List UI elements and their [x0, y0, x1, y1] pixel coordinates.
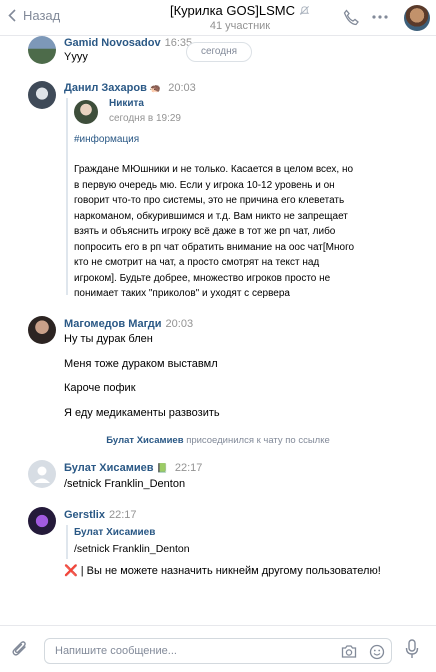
message-text: Меня тоже дураком выставмл [64, 358, 218, 370]
avatar [74, 100, 98, 124]
forwarded-author: Никита [109, 98, 144, 109]
paperclip-icon[interactable] [11, 639, 29, 659]
user-placeholder-icon [34, 466, 50, 483]
message-text: Я еду медикаменты развозить [64, 407, 220, 419]
message-author[interactable]: Gamid Novosadov 16:35 [64, 37, 192, 49]
microphone-icon[interactable] [405, 639, 419, 659]
message-text: Ну ты дурак блен [64, 333, 153, 345]
forwarded-message[interactable]: Никита сегодня в 19:29 #информация Гражд… [66, 98, 396, 299]
chat-header: Назад [Курилка GOS]LSMC 41 участник [0, 0, 436, 36]
service-message: Булат Хисамиев присоединился к чату по с… [0, 435, 436, 446]
chat-title: [Курилка GOS]LSMC [169, 3, 296, 18]
message-text: Кароче пофик [64, 382, 136, 394]
message-text: ❌ | Вы не можете назначить никнейм друго… [64, 565, 381, 577]
message-time: 20:03 [168, 82, 196, 94]
avatar[interactable] [28, 81, 56, 109]
message-input-box[interactable] [44, 638, 392, 664]
reply-quote[interactable]: Булат Хисамиев /setnick Franklin_Denton [66, 525, 266, 559]
back-label: Назад [23, 8, 61, 23]
message-author[interactable]: Данил Захаров 🦔 20:03 [64, 82, 196, 94]
forwarded-time: сегодня в 19:29 [109, 113, 181, 124]
author-emoji: 📗 [156, 463, 168, 473]
message-input[interactable] [55, 643, 305, 659]
back-button[interactable]: Назад [8, 8, 60, 23]
message-author[interactable]: Магомедов Магди 20:03 [64, 318, 193, 330]
more-options-icon[interactable] [372, 15, 388, 19]
avatar[interactable] [28, 460, 56, 488]
message-author[interactable]: Булат Хисамиев 📗 22:17 [64, 462, 202, 474]
message-time: 22:17 [108, 509, 137, 521]
chat-window: Назад [Курилка GOS]LSMC 41 участник Gami… [0, 0, 436, 672]
service-text: присоединился к чату по ссылке [186, 435, 330, 446]
emoji-smile-icon[interactable] [369, 644, 385, 660]
muted-bell-icon [299, 6, 310, 15]
forwarded-text: Граждане МЮшники и не только. Касается в… [74, 164, 355, 299]
message-author[interactable]: Gerstlix 22:17 [64, 509, 137, 521]
avatar[interactable] [28, 316, 56, 344]
author-emoji: 🦔 [149, 83, 162, 93]
chat-avatar[interactable] [404, 5, 430, 31]
message-time: 20:03 [165, 318, 194, 330]
avatar[interactable] [28, 507, 56, 535]
chevron-left-icon [8, 9, 16, 22]
camera-icon[interactable] [341, 644, 357, 659]
service-author[interactable]: Булат Хисамиев [106, 435, 183, 446]
chat-title-block[interactable]: [Курилка GOS]LSMC 41 участник [140, 3, 340, 32]
message-text: /setnick Franklin_Denton [64, 478, 186, 490]
reply-author: Булат Хисамиев [74, 527, 156, 538]
message-composer [0, 625, 436, 672]
reply-text: /setnick Franklin_Denton [74, 543, 190, 555]
phone-icon[interactable] [343, 9, 359, 26]
avatar[interactable] [28, 36, 56, 64]
hashtag-link[interactable]: #информация [74, 132, 364, 148]
chat-member-count: 41 участник [209, 20, 271, 32]
message-text: Yyyy [64, 51, 88, 63]
message-time: 22:17 [174, 462, 203, 474]
date-divider: сегодня [186, 42, 252, 62]
